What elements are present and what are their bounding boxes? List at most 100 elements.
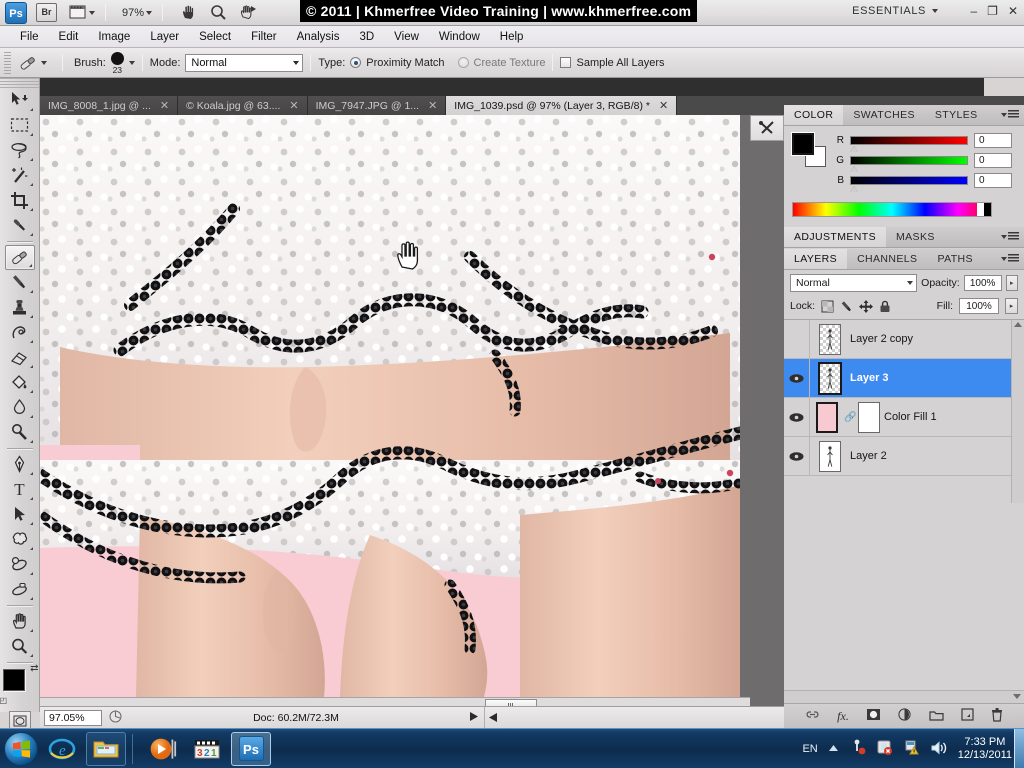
color-panel-swatches[interactable] <box>792 133 828 167</box>
red-channel-value[interactable]: 0 <box>974 133 1012 148</box>
menu-layer[interactable]: Layer <box>140 29 189 45</box>
spot-healing-brush-tool[interactable] <box>4 245 35 270</box>
volume-tray-icon[interactable] <box>930 740 948 759</box>
blue-slider-knob[interactable] <box>850 186 858 192</box>
minimize-button[interactable]: – <box>970 4 977 18</box>
layer-thumbnail-cell[interactable] <box>810 361 850 395</box>
document-image[interactable] <box>40 115 740 697</box>
close-icon[interactable]: ✕ <box>659 99 668 112</box>
blend-mode-select[interactable]: Normal <box>185 53 304 72</box>
layers-panel-menu-button[interactable] <box>1001 254 1019 263</box>
tab-styles[interactable]: STYLES <box>925 105 988 125</box>
menu-window[interactable]: Window <box>429 29 490 45</box>
action-center-tray-icon[interactable] <box>903 739 920 759</box>
zoom-level-selector[interactable]: 97% <box>119 2 155 24</box>
green-channel-value[interactable]: 0 <box>974 153 1012 168</box>
maximize-restore-button[interactable]: ❐ <box>987 4 998 18</box>
lasso-tool[interactable] <box>5 138 35 163</box>
3d-orbit-tool[interactable] <box>5 577 35 602</box>
color-spectrum-ramp[interactable] <box>792 202 992 217</box>
brush-tool[interactable] <box>5 270 35 295</box>
menu-select[interactable]: Select <box>189 29 241 45</box>
lock-transparent-pixels-icon[interactable] <box>821 300 834 313</box>
dodge-tool[interactable] <box>5 420 35 445</box>
tab-color[interactable]: COLOR <box>784 105 844 125</box>
document-tab-koala[interactable]: © Koala.jpg @ 63.... ✕ <box>178 96 308 115</box>
close-button[interactable]: ✕ <box>1008 4 1018 18</box>
default-colors-icon[interactable]: ◰ <box>0 696 7 705</box>
close-icon[interactable]: ✕ <box>289 99 298 112</box>
blue-channel-value[interactable]: 0 <box>974 173 1012 188</box>
show-desktop-button[interactable] <box>1014 729 1024 768</box>
opacity-value-field[interactable]: 100% <box>963 275 1002 291</box>
3d-rotate-tool[interactable] <box>5 552 35 577</box>
menu-3d[interactable]: 3D <box>349 29 384 45</box>
layer-style-button[interactable]: fx. <box>837 709 849 724</box>
sample-all-layers-checkbox[interactable] <box>560 57 572 68</box>
fill-value-field[interactable]: 100% <box>959 298 999 314</box>
pen-tool[interactable] <box>5 452 35 477</box>
swap-colors-icon[interactable]: ⇄ <box>30 663 38 674</box>
adjustments-panel-menu-button[interactable] <box>1001 232 1019 241</box>
visibility-toggle-colorfill1[interactable] <box>784 398 810 436</box>
new-group-button[interactable] <box>929 709 944 724</box>
proximity-match-radio[interactable] <box>350 57 362 68</box>
red-slider-knob[interactable] <box>850 146 858 152</box>
layers-bottom-scroll-area[interactable] <box>784 690 1024 703</box>
options-bar-grip[interactable] <box>4 51 11 74</box>
layer-thumbnail-cell[interactable] <box>810 323 850 355</box>
eyedropper-tool[interactable] <box>5 213 35 238</box>
mini-bridge-button[interactable] <box>750 115 784 141</box>
antivirus-tray-icon[interactable] <box>849 739 866 759</box>
launch-bridge-button[interactable]: Br <box>33 2 60 24</box>
brush-chevron-icon[interactable] <box>128 60 135 65</box>
type-tool[interactable]: T <box>5 477 35 502</box>
visibility-toggle-layer2[interactable] <box>784 437 810 475</box>
eraser-tool[interactable] <box>5 345 35 370</box>
document-tab-img1039-active[interactable]: IMG_1039.psd @ 97% (Layer 3, RGB/8) * ✕ <box>446 96 678 115</box>
menu-analysis[interactable]: Analysis <box>287 29 350 45</box>
lock-position-icon[interactable] <box>859 299 874 313</box>
menu-help[interactable]: Help <box>490 29 534 45</box>
menu-filter[interactable]: Filter <box>241 29 287 45</box>
layer-row-layer2copy[interactable]: Layer 2 copy <box>784 320 1024 359</box>
layer-thumbnail-cell[interactable] <box>810 440 850 472</box>
rectangular-marquee-tool[interactable] <box>5 113 35 138</box>
visibility-toggle-layer3[interactable] <box>784 359 810 397</box>
green-slider-knob[interactable] <box>850 166 858 172</box>
close-icon[interactable]: ✕ <box>160 99 169 112</box>
layer-blend-mode-select[interactable]: Normal <box>790 274 918 292</box>
foreground-color-swatch[interactable] <box>2 669 25 691</box>
new-adjustment-layer-button[interactable] <box>898 708 912 724</box>
close-icon[interactable]: ✕ <box>428 99 437 112</box>
calendar-321-button[interactable]: 3 2 1 <box>187 732 227 766</box>
document-viewport[interactable] <box>40 115 768 697</box>
layer-row-colorfill1[interactable]: 🔗 Color Fill 1 <box>784 398 1024 437</box>
crop-tool[interactable] <box>5 188 35 213</box>
color-swatches[interactable]: ⇄ ◰ <box>0 663 39 705</box>
blur-tool[interactable] <box>5 395 35 420</box>
taskbar-clock[interactable]: 7:33 PM 12/13/2011 <box>958 736 1012 762</box>
status-preview-icon[interactable] <box>109 710 122 726</box>
link-layers-button[interactable] <box>805 709 820 723</box>
tools-palette-grip[interactable] <box>0 78 39 88</box>
tab-adjustments[interactable]: ADJUSTMENTS <box>784 227 886 247</box>
new-layer-button[interactable] <box>961 708 974 724</box>
history-brush-tool[interactable] <box>5 320 35 345</box>
create-texture-radio[interactable] <box>457 57 469 68</box>
windows-media-player-button[interactable] <box>143 732 183 766</box>
scroll-down-arrow-icon[interactable] <box>1013 694 1021 699</box>
security-alert-tray-icon[interactable] <box>876 739 893 759</box>
start-orb-button[interactable] <box>4 731 38 766</box>
visibility-toggle-layer2copy[interactable] <box>784 320 810 358</box>
windows-explorer-button[interactable] <box>86 731 126 766</box>
foreground-color-chip[interactable] <box>792 133 814 155</box>
tab-paths[interactable]: PATHS <box>927 249 982 269</box>
current-tool-preview-icon[interactable] <box>15 51 41 75</box>
menu-view[interactable]: View <box>384 29 429 45</box>
layers-scrollbar[interactable] <box>1011 320 1024 503</box>
rotate-view-tool-button[interactable] <box>236 2 261 24</box>
document-tab-img7947[interactable]: IMG_7947.JPG @ 1... ✕ <box>307 96 447 115</box>
zoom-percentage-field[interactable]: 97.05% <box>44 709 102 726</box>
magic-wand-tool[interactable] <box>5 163 35 188</box>
